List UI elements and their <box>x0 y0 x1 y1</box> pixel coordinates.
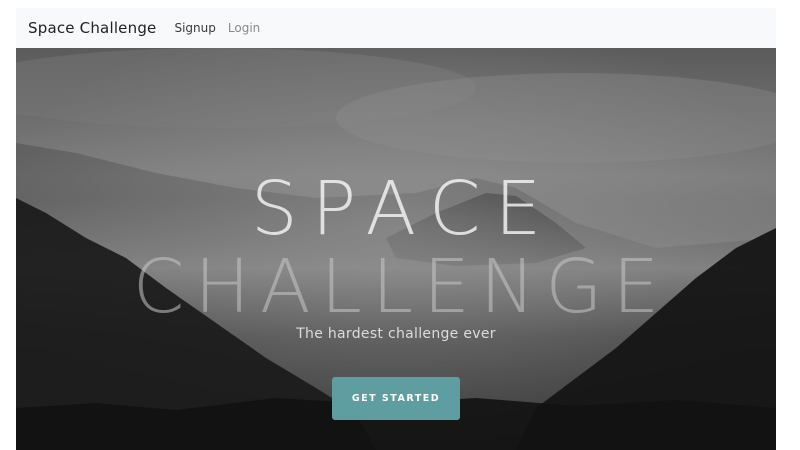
get-started-button[interactable]: GET STARTED <box>332 377 460 420</box>
hero-subtitle: The hardest challenge ever <box>296 326 496 342</box>
brand-link[interactable]: Space Challenge <box>28 19 156 37</box>
nav-link-login[interactable]: Login <box>228 21 260 35</box>
navbar: Space Challenge Signup Login <box>16 8 776 48</box>
hero-title-line2: CHALLENGE <box>132 244 670 330</box>
page: Space Challenge Signup Login SPACE CHALL… <box>16 8 776 450</box>
hero-title-line1: SPACE <box>250 166 556 252</box>
nav-link-signup[interactable]: Signup <box>174 21 215 35</box>
hero-section: SPACE CHALLENGE The hardest challenge ev… <box>16 48 776 450</box>
